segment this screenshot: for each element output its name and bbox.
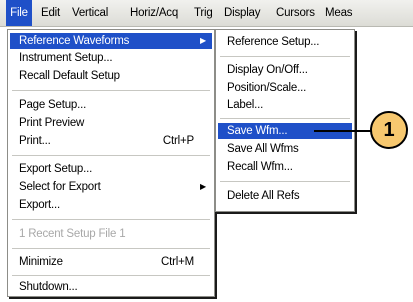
- menu-horiz-acq[interactable]: Horiz/Acq: [130, 0, 178, 26]
- menu-item-label: Recall Wfm...: [227, 161, 293, 173]
- menu-separator: [12, 219, 210, 220]
- menu-item-export[interactable]: Export...: [10, 197, 212, 213]
- reference-waveforms-submenu: Reference Setup... Display On/Off... Pos…: [215, 29, 355, 212]
- menu-item-label: Minimize: [19, 256, 63, 268]
- menu-item-shutdown[interactable]: Shutdown...: [10, 279, 212, 295]
- menu-item-label: Page Setup...: [19, 99, 87, 111]
- menu-item-label: Export Setup...: [19, 163, 93, 175]
- menu-item-label: 1 Recent Setup File 1: [19, 228, 126, 240]
- menu-item-label-dialog[interactable]: Label...: [218, 97, 352, 113]
- menu-item-label: Save Wfm...: [227, 125, 288, 137]
- menu-item-select-for-export[interactable]: Select for Export ▶: [10, 179, 212, 195]
- menu-separator: [12, 248, 210, 249]
- menu-item-print-preview[interactable]: Print Preview: [10, 115, 212, 131]
- menu-item-label: Shutdown...: [19, 281, 78, 293]
- menu-item-page-setup[interactable]: Page Setup...: [10, 97, 212, 113]
- menu-edit[interactable]: Edit: [41, 0, 60, 26]
- menu-separator: [12, 275, 210, 276]
- menu-item-label: Reference Setup...: [227, 36, 320, 48]
- menu-item-label: Display On/Off...: [227, 64, 308, 76]
- menu-separator: [220, 56, 350, 57]
- menu-item-recent-setup-file: 1 Recent Setup File 1: [10, 226, 212, 242]
- menu-item-label: Select for Export: [19, 181, 101, 193]
- menu-trig[interactable]: Trig: [194, 0, 213, 26]
- menu-item-print[interactable]: Print... Ctrl+P: [10, 133, 212, 149]
- menu-separator: [12, 155, 210, 156]
- menu-item-label: Export...: [19, 199, 61, 211]
- menu-item-label: Delete All Refs: [227, 190, 300, 202]
- menu-item-delete-all-refs[interactable]: Delete All Refs: [218, 188, 352, 204]
- menu-item-minimize[interactable]: Minimize Ctrl+M: [10, 254, 212, 270]
- menu-item-shortcut: Ctrl+P: [162, 135, 194, 147]
- menu-item-label: Instrument Setup...: [19, 52, 113, 64]
- menu-bar: File Edit Vertical Horiz/Acq Trig Displa…: [0, 0, 413, 27]
- menu-item-label: Save All Wfms: [227, 143, 299, 155]
- menu-item-label: Label...: [227, 99, 264, 111]
- menu-cursors[interactable]: Cursors: [276, 0, 315, 26]
- submenu-arrow-icon: ▶: [200, 182, 206, 191]
- menu-separator: [220, 181, 350, 182]
- menu-item-reference-setup[interactable]: Reference Setup...: [218, 34, 352, 50]
- menu-item-instrument-setup[interactable]: Instrument Setup...: [10, 50, 212, 66]
- submenu-arrow-icon: ▶: [200, 36, 206, 45]
- callout-number-badge: 1: [370, 111, 408, 149]
- menu-item-label: Print Preview: [19, 117, 85, 129]
- menu-item-display-on-off[interactable]: Display On/Off...: [218, 62, 352, 78]
- menu-meas[interactable]: Meas: [325, 0, 353, 26]
- menu-display[interactable]: Display: [224, 0, 261, 26]
- menu-item-save-all-wfms[interactable]: Save All Wfms: [218, 141, 352, 157]
- menu-item-export-setup[interactable]: Export Setup...: [10, 161, 212, 177]
- callout-leader-line: [314, 130, 376, 132]
- menu-file[interactable]: File: [6, 0, 32, 26]
- file-menu: Reference Waveforms ▶ Instrument Setup..…: [7, 29, 215, 297]
- menu-item-recall-wfm[interactable]: Recall Wfm...: [218, 159, 352, 175]
- menu-item-label: Print...: [19, 135, 51, 147]
- menu-item-position-scale[interactable]: Position/Scale...: [218, 80, 352, 96]
- menu-item-label: Position/Scale...: [227, 82, 307, 94]
- menu-item-reference-waveforms[interactable]: Reference Waveforms ▶: [10, 33, 212, 49]
- menu-separator: [220, 118, 350, 119]
- menu-item-label: Recall Default Setup: [19, 70, 120, 82]
- menu-item-recall-default-setup[interactable]: Recall Default Setup: [10, 68, 212, 84]
- menu-item-label: Reference Waveforms: [19, 35, 130, 47]
- menu-item-shortcut: Ctrl+M: [161, 256, 194, 268]
- menu-vertical[interactable]: Vertical: [72, 0, 108, 26]
- menu-separator: [12, 90, 210, 91]
